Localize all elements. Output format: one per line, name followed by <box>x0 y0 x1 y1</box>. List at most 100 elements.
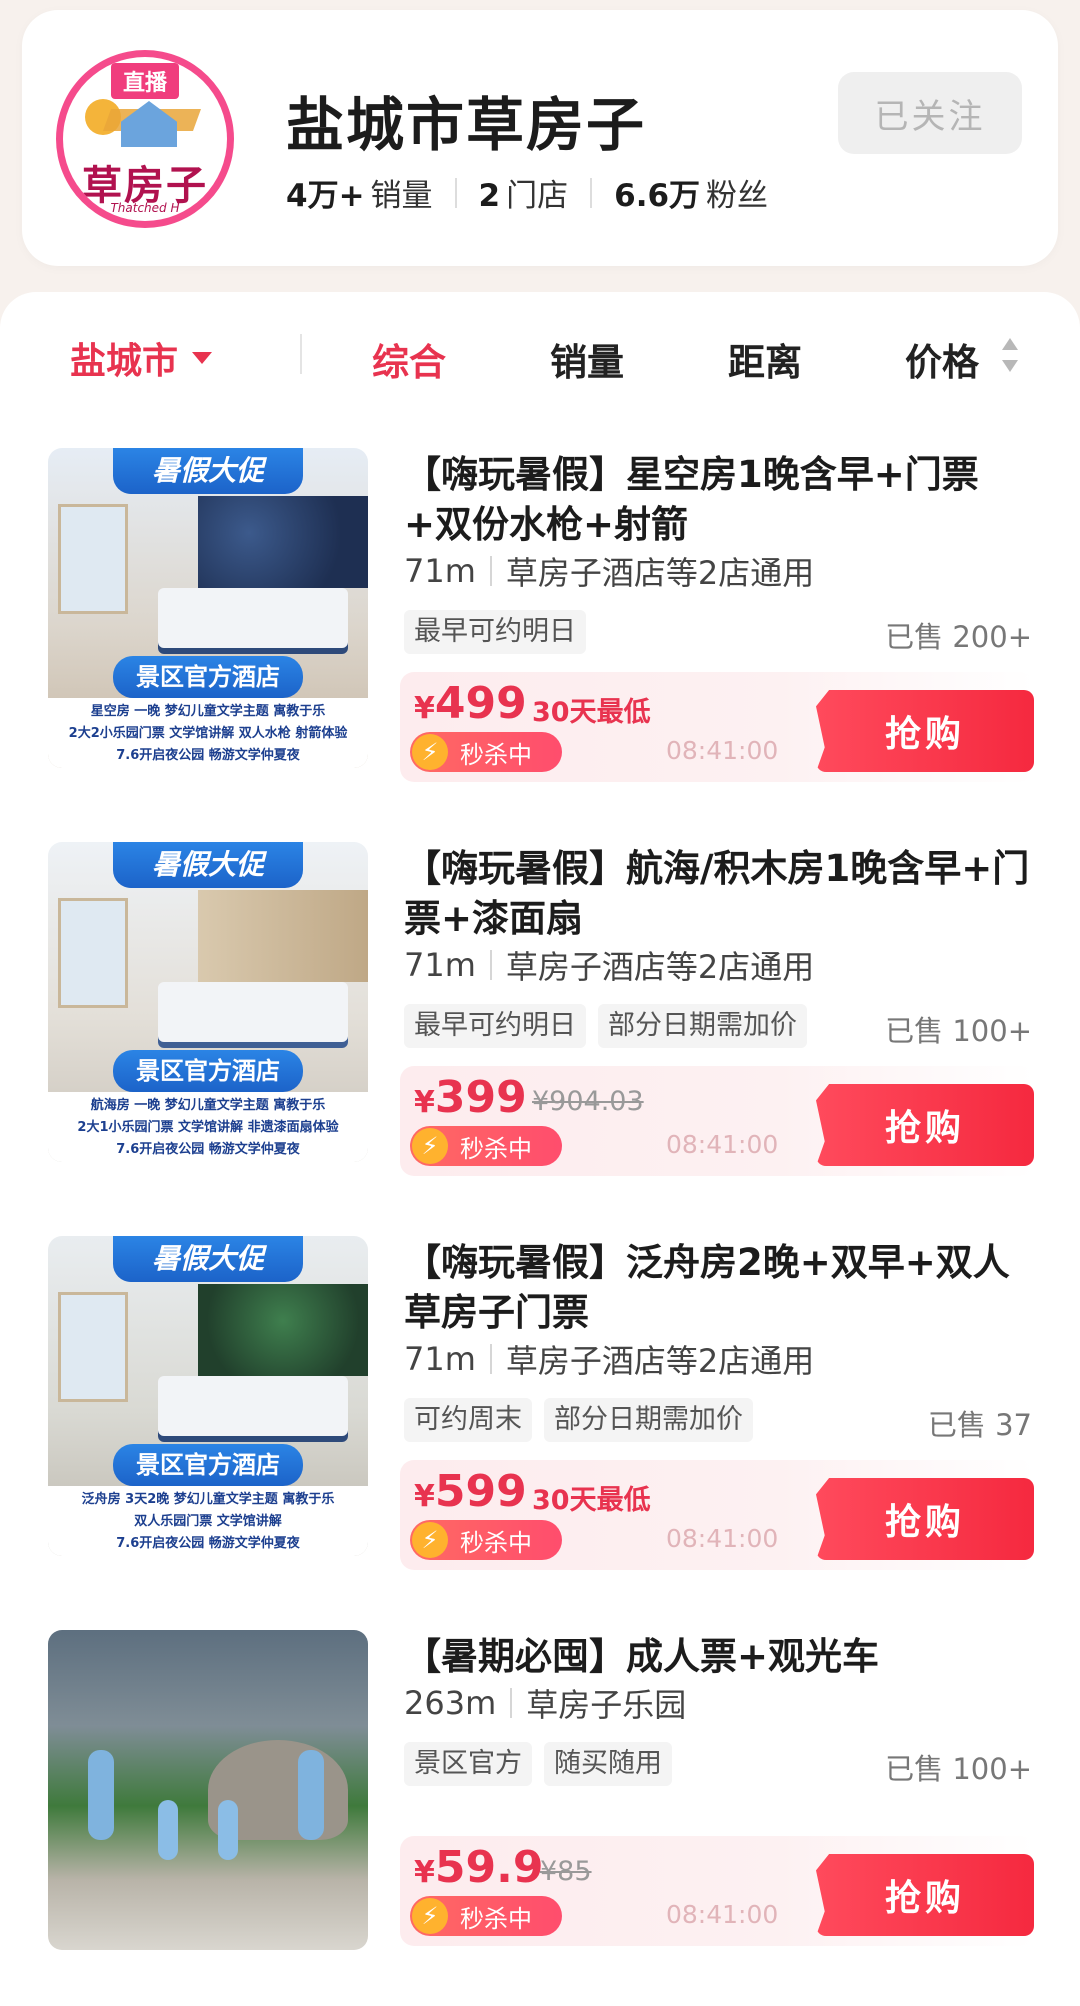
live-badge: 直播 <box>110 63 180 99</box>
price-value: 59.9 <box>434 1842 544 1893</box>
tab-comprehensive[interactable]: 综合 <box>372 332 446 386</box>
thumb-bed <box>158 588 348 654</box>
price: ¥ 599 <box>414 1466 527 1517</box>
follow-button[interactable]: 已关注 <box>838 72 1022 154</box>
sold-count: 已售 100+ <box>885 1014 1032 1048</box>
tag: 随买随用 <box>544 1742 672 1786</box>
shop-logo[interactable]: 直播 草房子 Thatched H <box>56 50 234 228</box>
product-meta: 71m 草房子酒店等2店通用 <box>404 1336 814 1382</box>
seckill-badge: ⚡ 秒杀中 <box>410 1520 562 1560</box>
thumb-person <box>298 1750 324 1840</box>
thumb-window <box>58 1292 128 1402</box>
page: 直播 草房子 Thatched H 盐城市草房子 4万+ 销量 2 门店 6.6… <box>0 0 1080 2006</box>
buy-button[interactable]: 抢购 <box>816 1854 1034 1936</box>
thumb-window <box>58 504 128 614</box>
tag: 可约周末 <box>404 1398 532 1442</box>
product-title[interactable]: 【嗨玩暑假】航海/积木房1晚含早+门票+漆面扇 <box>404 844 1044 944</box>
meta-divider <box>510 1688 513 1718</box>
sold-count: 已售 200+ <box>885 620 1032 654</box>
caption-line: 7.6开启夜公园 畅游文学仲夏夜 <box>116 1142 300 1157</box>
caption-line: 双人乐园门票 文学馆讲解 <box>134 1514 282 1529</box>
lightning-icon: ⚡ <box>412 1128 448 1164</box>
stat-fans-label: 粉丝 <box>706 178 769 214</box>
stat-stores-value: 2 <box>478 178 501 214</box>
stat-fans: 6.6万 粉丝 <box>614 170 768 215</box>
buy-button[interactable]: 抢购 <box>816 1478 1034 1560</box>
thumb-headboard <box>198 890 368 982</box>
tag: 景区官方 <box>404 1742 532 1786</box>
dropdown-triangle-icon <box>192 352 213 364</box>
distance: 71m <box>404 552 476 590</box>
thumb-window <box>58 898 128 1008</box>
promo-badge: 暑假大促 <box>113 448 303 494</box>
tag: 最早可约明日 <box>404 610 586 654</box>
seckill-badge: ⚡ 秒杀中 <box>410 1896 562 1936</box>
price-value: 499 <box>434 678 527 729</box>
tag: 部分日期需加价 <box>544 1398 753 1442</box>
stat-sales-value: 4万+ <box>286 178 365 214</box>
thumb-person <box>88 1750 114 1840</box>
promo-badge: 暑假大促 <box>113 842 303 888</box>
stat-stores: 2 门店 <box>479 170 569 215</box>
thumb-person <box>218 1800 238 1860</box>
product-title[interactable]: 【嗨玩暑假】星空房1晚含早+门票+双份水枪+射箭 <box>404 450 1044 550</box>
currency-symbol: ¥ <box>414 1855 435 1890</box>
product-thumbnail[interactable]: 暑假大促 景区官方酒店 星空房 一晚 梦幻儿童文学主题 寓教于乐 2大2小乐园门… <box>48 448 368 768</box>
countdown-timer: 08:41:00 <box>666 1130 779 1159</box>
thumb-mural <box>198 1284 368 1376</box>
thumb-person <box>158 1800 178 1860</box>
product-item[interactable]: 【暑期必囤】成人票+观光车 263m 草房子乐园 景区官方 随买随用 已售 10… <box>0 1630 1080 2006</box>
lightning-icon: ⚡ <box>412 1522 448 1558</box>
product-item[interactable]: 暑假大促 景区官方酒店 航海房 一晚 梦幻儿童文学主题 寓教于乐 2大1小乐园门… <box>0 842 1080 1236</box>
caption-line: 航海房 一晚 梦幻儿童文学主题 寓教于乐 <box>90 1098 326 1113</box>
product-meta: 263m 草房子乐园 <box>404 1680 686 1726</box>
distance: 71m <box>404 1340 476 1378</box>
product-item[interactable]: 暑假大促 景区官方酒店 泛舟房 3天2晚 梦幻儿童文学主题 寓教于乐 双人乐园门… <box>0 1236 1080 1630</box>
meta-divider <box>489 950 492 980</box>
tab-distance[interactable]: 距离 <box>728 332 802 386</box>
seckill-badge: ⚡ 秒杀中 <box>410 1126 562 1166</box>
price-box: ¥ 59.9 ¥85 ⚡ 秒杀中 08:41:00 抢购 <box>400 1836 1034 1946</box>
thumb-caption: 泛舟房 3天2晚 梦幻儿童文学主题 寓教于乐 双人乐园门票 文学馆讲解 7.6开… <box>48 1486 368 1556</box>
distance: 263m <box>404 1684 497 1722</box>
product-thumbnail[interactable] <box>48 1630 368 1950</box>
original-price: ¥904.03 <box>532 1086 644 1117</box>
sort-arrows-icon[interactable] <box>1002 338 1018 372</box>
product-thumbnail[interactable]: 暑假大促 景区官方酒店 航海房 一晚 梦幻儿童文学主题 寓教于乐 2大1小乐园门… <box>48 842 368 1162</box>
price: ¥ 399 <box>414 1072 527 1123</box>
thumb-bed <box>158 1376 348 1442</box>
tab-price[interactable]: 价格 <box>905 332 979 386</box>
buy-button[interactable]: 抢购 <box>816 1084 1034 1166</box>
product-item[interactable]: 暑假大促 景区官方酒店 星空房 一晚 梦幻儿童文学主题 寓教于乐 2大2小乐园门… <box>0 448 1080 842</box>
price: ¥ 499 <box>414 678 527 729</box>
logo-house-icon <box>121 101 177 147</box>
thumb-caption: 航海房 一晚 梦幻儿童文学主题 寓教于乐 2大1小乐园门票 文学馆讲解 非遗漆面… <box>48 1092 368 1162</box>
tab-sales[interactable]: 销量 <box>550 332 624 386</box>
seckill-badge: ⚡ 秒杀中 <box>410 732 562 772</box>
logo-inner: 直播 草房子 Thatched H <box>63 57 227 221</box>
store-info: 草房子酒店等2店通用 <box>505 1342 815 1380</box>
tag-list: 最早可约明日 部分日期需加价 <box>404 1004 819 1048</box>
shop-header-card[interactable]: 直播 草房子 Thatched H 盐城市草房子 4万+ 销量 2 门店 6.6… <box>22 10 1058 266</box>
price-box: ¥ 499 30天最低 ⚡ 秒杀中 08:41:00 抢购 <box>400 672 1034 782</box>
countdown-timer: 08:41:00 <box>666 1900 779 1929</box>
price-value: 399 <box>434 1072 527 1123</box>
countdown-timer: 08:41:00 <box>666 1524 779 1553</box>
buy-button[interactable]: 抢购 <box>816 690 1034 772</box>
logo-subtext: Thatched H <box>110 201 180 215</box>
currency-symbol: ¥ <box>414 1085 435 1120</box>
product-thumbnail[interactable]: 暑假大促 景区官方酒店 泛舟房 3天2晚 梦幻儿童文学主题 寓教于乐 双人乐园门… <box>48 1236 368 1556</box>
shop-name: 盐城市草房子 <box>286 91 647 159</box>
store-info: 草房子酒店等2店通用 <box>505 554 815 592</box>
store-info: 草房子乐园 <box>526 1686 687 1724</box>
seckill-label: 秒杀中 <box>460 1134 532 1163</box>
price: ¥ 59.9 <box>414 1842 543 1893</box>
product-title[interactable]: 【嗨玩暑假】泛舟房2晚+双早+双人草房子门票 <box>404 1238 1044 1338</box>
product-list-panel: 盐城市 综合 销量 距离 价格 暑假大促 景区官方酒店 星空房 一晚 梦幻儿童文… <box>0 292 1080 2006</box>
product-title[interactable]: 【暑期必囤】成人票+观光车 <box>404 1632 1044 1682</box>
caption-line: 星空房 一晚 梦幻儿童文学主题 寓教于乐 <box>90 704 326 719</box>
seckill-label: 秒杀中 <box>460 1904 532 1933</box>
stat-divider <box>590 177 593 208</box>
city-filter-dropdown[interactable]: 盐城市 <box>70 332 213 384</box>
product-meta: 71m 草房子酒店等2店通用 <box>404 548 814 594</box>
